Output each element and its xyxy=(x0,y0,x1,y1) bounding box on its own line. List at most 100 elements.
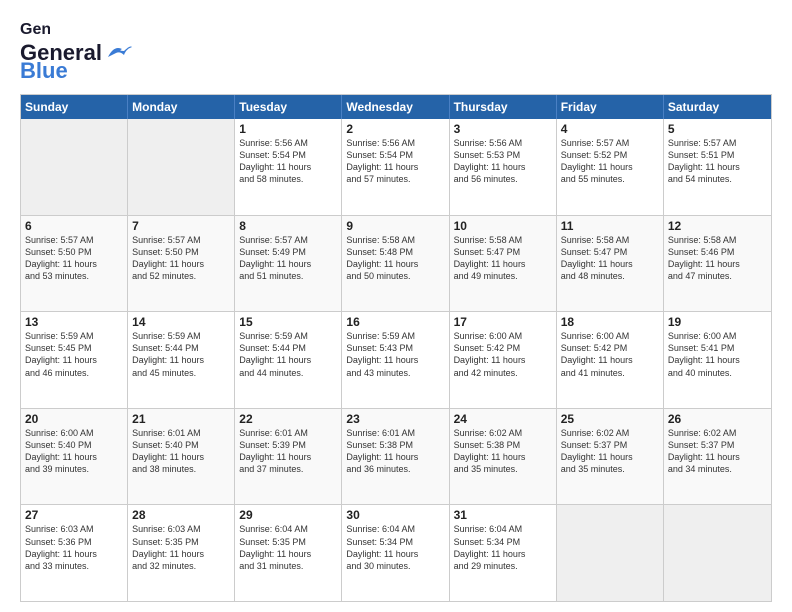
day-cell-13: 13Sunrise: 5:59 AM Sunset: 5:45 PM Dayli… xyxy=(21,312,128,408)
day-info: Sunrise: 6:02 AM Sunset: 5:37 PM Dayligh… xyxy=(668,427,767,476)
day-info: Sunrise: 5:57 AM Sunset: 5:51 PM Dayligh… xyxy=(668,137,767,186)
day-number: 25 xyxy=(561,412,659,426)
day-info: Sunrise: 5:59 AM Sunset: 5:43 PM Dayligh… xyxy=(346,330,444,379)
calendar-row-4: 27Sunrise: 6:03 AM Sunset: 5:36 PM Dayli… xyxy=(21,504,771,601)
day-info: Sunrise: 6:00 AM Sunset: 5:41 PM Dayligh… xyxy=(668,330,767,379)
day-number: 23 xyxy=(346,412,444,426)
day-number: 2 xyxy=(346,122,444,136)
day-cell-27: 27Sunrise: 6:03 AM Sunset: 5:36 PM Dayli… xyxy=(21,505,128,601)
day-number: 31 xyxy=(454,508,552,522)
day-cell-7: 7Sunrise: 5:57 AM Sunset: 5:50 PM Daylig… xyxy=(128,216,235,312)
weekday-header-thursday: Thursday xyxy=(450,95,557,119)
day-cell-15: 15Sunrise: 5:59 AM Sunset: 5:44 PM Dayli… xyxy=(235,312,342,408)
empty-cell-4-6 xyxy=(664,505,771,601)
weekday-header-wednesday: Wednesday xyxy=(342,95,449,119)
weekday-header-sunday: Sunday xyxy=(21,95,128,119)
day-cell-6: 6Sunrise: 5:57 AM Sunset: 5:50 PM Daylig… xyxy=(21,216,128,312)
day-cell-23: 23Sunrise: 6:01 AM Sunset: 5:38 PM Dayli… xyxy=(342,409,449,505)
day-number: 19 xyxy=(668,315,767,329)
day-number: 20 xyxy=(25,412,123,426)
day-number: 30 xyxy=(346,508,444,522)
day-number: 22 xyxy=(239,412,337,426)
day-number: 18 xyxy=(561,315,659,329)
day-info: Sunrise: 6:00 AM Sunset: 5:42 PM Dayligh… xyxy=(561,330,659,379)
day-number: 1 xyxy=(239,122,337,136)
day-info: Sunrise: 6:01 AM Sunset: 5:40 PM Dayligh… xyxy=(132,427,230,476)
calendar-header: SundayMondayTuesdayWednesdayThursdayFrid… xyxy=(21,95,771,119)
day-info: Sunrise: 5:59 AM Sunset: 5:44 PM Dayligh… xyxy=(132,330,230,379)
day-info: Sunrise: 6:01 AM Sunset: 5:39 PM Dayligh… xyxy=(239,427,337,476)
page: General General Blue SundayMondayTuesday… xyxy=(0,0,792,612)
day-cell-28: 28Sunrise: 6:03 AM Sunset: 5:35 PM Dayli… xyxy=(128,505,235,601)
logo: General General Blue xyxy=(20,18,132,84)
day-info: Sunrise: 6:04 AM Sunset: 5:34 PM Dayligh… xyxy=(346,523,444,572)
day-cell-17: 17Sunrise: 6:00 AM Sunset: 5:42 PM Dayli… xyxy=(450,312,557,408)
day-info: Sunrise: 6:03 AM Sunset: 5:36 PM Dayligh… xyxy=(25,523,123,572)
calendar-row-0: 1Sunrise: 5:56 AM Sunset: 5:54 PM Daylig… xyxy=(21,119,771,215)
day-info: Sunrise: 5:58 AM Sunset: 5:47 PM Dayligh… xyxy=(561,234,659,283)
day-cell-25: 25Sunrise: 6:02 AM Sunset: 5:37 PM Dayli… xyxy=(557,409,664,505)
day-number: 15 xyxy=(239,315,337,329)
day-number: 21 xyxy=(132,412,230,426)
day-cell-14: 14Sunrise: 5:59 AM Sunset: 5:44 PM Dayli… xyxy=(128,312,235,408)
day-number: 7 xyxy=(132,219,230,233)
day-info: Sunrise: 5:59 AM Sunset: 5:44 PM Dayligh… xyxy=(239,330,337,379)
day-cell-22: 22Sunrise: 6:01 AM Sunset: 5:39 PM Dayli… xyxy=(235,409,342,505)
day-cell-1: 1Sunrise: 5:56 AM Sunset: 5:54 PM Daylig… xyxy=(235,119,342,215)
day-number: 12 xyxy=(668,219,767,233)
day-number: 16 xyxy=(346,315,444,329)
day-cell-3: 3Sunrise: 5:56 AM Sunset: 5:53 PM Daylig… xyxy=(450,119,557,215)
day-cell-21: 21Sunrise: 6:01 AM Sunset: 5:40 PM Dayli… xyxy=(128,409,235,505)
calendar-row-1: 6 Sunrise: 5:57 AM Sunset: 5:50 PM Daylig… xyxy=(21,215,771,312)
day-info: Sunrise: 5:57 AM Sunset: 5:50 PM Dayligh… xyxy=(132,234,230,283)
day-number: 29 xyxy=(239,508,337,522)
day-cell-26: 26Sunrise: 6:02 AM Sunset: 5:37 PM Dayli… xyxy=(664,409,771,505)
day-number: 10 xyxy=(454,219,552,233)
day-cell-12: 12Sunrise: 5:58 AM Sunset: 5:46 PM Dayli… xyxy=(664,216,771,312)
header: General General Blue xyxy=(20,18,772,84)
day-info: Sunrise: 5:56 AM Sunset: 5:53 PM Dayligh… xyxy=(454,137,552,186)
day-cell-11: 11Sunrise: 5:58 AM Sunset: 5:47 PM Dayli… xyxy=(557,216,664,312)
day-cell-16: 16Sunrise: 5:59 AM Sunset: 5:43 PM Dayli… xyxy=(342,312,449,408)
day-cell-4: 4Sunrise: 5:57 AM Sunset: 5:52 PM Daylig… xyxy=(557,119,664,215)
day-number: 9 xyxy=(346,219,444,233)
day-cell-24: 24Sunrise: 6:02 AM Sunset: 5:38 PM Dayli… xyxy=(450,409,557,505)
day-cell-20: 20Sunrise: 6:00 AM Sunset: 5:40 PM Dayli… xyxy=(21,409,128,505)
calendar: SundayMondayTuesdayWednesdayThursdayFrid… xyxy=(20,94,772,602)
weekday-header-saturday: Saturday xyxy=(664,95,771,119)
logo-blue: Blue xyxy=(20,58,68,84)
day-number: 26 xyxy=(668,412,767,426)
day-info: Sunrise: 6:02 AM Sunset: 5:38 PM Dayligh… xyxy=(454,427,552,476)
day-number: 6 xyxy=(25,219,123,233)
calendar-body: 1Sunrise: 5:56 AM Sunset: 5:54 PM Daylig… xyxy=(21,119,771,601)
day-info: Sunrise: 6:04 AM Sunset: 5:34 PM Dayligh… xyxy=(454,523,552,572)
day-number: 28 xyxy=(132,508,230,522)
bird-icon xyxy=(104,43,132,63)
day-info: Sunrise: 6:01 AM Sunset: 5:38 PM Dayligh… xyxy=(346,427,444,476)
day-info: Sunrise: 6:02 AM Sunset: 5:37 PM Dayligh… xyxy=(561,427,659,476)
day-cell-5: 5Sunrise: 5:57 AM Sunset: 5:51 PM Daylig… xyxy=(664,119,771,215)
day-cell-8: 8Sunrise: 5:57 AM Sunset: 5:49 PM Daylig… xyxy=(235,216,342,312)
day-info: Sunrise: 6:00 AM Sunset: 5:40 PM Dayligh… xyxy=(25,427,123,476)
day-cell-2: 2Sunrise: 5:56 AM Sunset: 5:54 PM Daylig… xyxy=(342,119,449,215)
day-info: Sunrise: 6:04 AM Sunset: 5:35 PM Dayligh… xyxy=(239,523,337,572)
svg-text:General: General xyxy=(20,21,50,38)
empty-cell-0-0 xyxy=(21,119,128,215)
day-number: 27 xyxy=(25,508,123,522)
day-number: 3 xyxy=(454,122,552,136)
calendar-row-3: 20Sunrise: 6:00 AM Sunset: 5:40 PM Dayli… xyxy=(21,408,771,505)
weekday-header-tuesday: Tuesday xyxy=(235,95,342,119)
weekday-header-monday: Monday xyxy=(128,95,235,119)
day-number: 8 xyxy=(239,219,337,233)
day-cell-29: 29Sunrise: 6:04 AM Sunset: 5:35 PM Dayli… xyxy=(235,505,342,601)
empty-cell-4-5 xyxy=(557,505,664,601)
day-info: Sunrise: 5:58 AM Sunset: 5:47 PM Dayligh… xyxy=(454,234,552,283)
day-cell-31: 31Sunrise: 6:04 AM Sunset: 5:34 PM Dayli… xyxy=(450,505,557,601)
day-cell-10: 10Sunrise: 5:58 AM Sunset: 5:47 PM Dayli… xyxy=(450,216,557,312)
day-number: 11 xyxy=(561,219,659,233)
day-number: 17 xyxy=(454,315,552,329)
empty-cell-0-1 xyxy=(128,119,235,215)
day-cell-30: 30Sunrise: 6:04 AM Sunset: 5:34 PM Dayli… xyxy=(342,505,449,601)
day-info: Sunrise: 6:03 AM Sunset: 5:35 PM Dayligh… xyxy=(132,523,230,572)
day-info: Sunrise: 6:00 AM Sunset: 5:42 PM Dayligh… xyxy=(454,330,552,379)
